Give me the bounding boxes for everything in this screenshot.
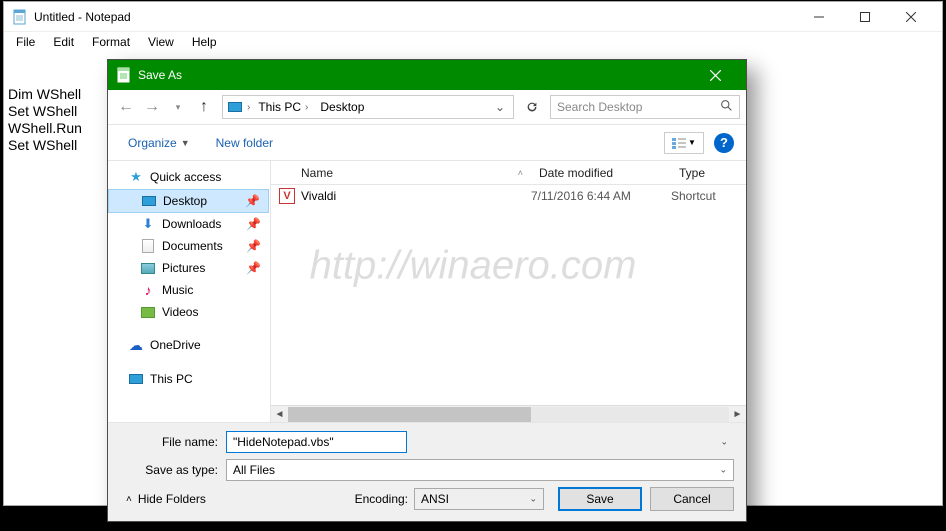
search-icon <box>720 99 733 115</box>
chevron-down-icon: ⌄ <box>529 494 537 505</box>
nav-item-pictures[interactable]: Pictures 📌 <box>108 257 269 279</box>
scroll-thumb[interactable] <box>288 407 531 422</box>
notepad-menubar: File Edit Format View Help <box>4 32 942 52</box>
file-content-pane: Name˄ Date modified Type VVivaldi 7/11/2… <box>270 161 746 422</box>
dialog-main: ★ Quick access Desktop 📌 ⬇ Downloads 📌 D… <box>108 161 746 422</box>
minimize-button[interactable] <box>796 2 842 31</box>
address-dropdown-icon[interactable]: ⌄ <box>491 100 509 114</box>
dialog-bottom-panel: File name: ⌄ Save as type: All Files ⌄ ˄… <box>108 422 746 521</box>
chevron-up-icon: ˄ <box>126 494 132 505</box>
chevron-down-icon: ▼ <box>181 138 190 148</box>
column-date[interactable]: Date modified <box>531 166 671 180</box>
nav-item-desktop[interactable]: Desktop 📌 <box>108 189 269 213</box>
maximize-button[interactable] <box>842 2 888 31</box>
organize-button[interactable]: Organize ▼ <box>120 132 198 154</box>
documents-icon <box>140 238 156 254</box>
help-button[interactable]: ? <box>714 133 734 153</box>
menu-view[interactable]: View <box>140 33 182 51</box>
cancel-button[interactable]: Cancel <box>650 487 734 511</box>
view-mode-button[interactable]: ▼ <box>664 132 704 154</box>
nav-recent-button[interactable]: ▾ <box>166 95 190 119</box>
file-list[interactable]: VVivaldi 7/11/2016 6:44 AM Shortcut <box>271 185 746 405</box>
column-name[interactable]: Name˄ <box>271 166 531 180</box>
music-icon: ♪ <box>140 282 156 298</box>
notepad-titlebar[interactable]: Untitled - Notepad <box>4 2 942 32</box>
column-headers: Name˄ Date modified Type <box>271 161 746 185</box>
nav-pane: ★ Quick access Desktop 📌 ⬇ Downloads 📌 D… <box>108 161 270 422</box>
pin-icon: 📌 <box>246 239 261 253</box>
breadcrumb-thispc[interactable]: This PC › <box>254 100 312 114</box>
nav-item-downloads[interactable]: ⬇ Downloads 📌 <box>108 213 269 235</box>
dialog-titlebar[interactable]: Save As <box>108 60 746 90</box>
dialog-nav-row: ← → ▾ ↑ › This PC › Desktop ⌄ Search Des… <box>108 90 746 125</box>
pin-icon: 📌 <box>246 217 261 231</box>
scroll-right-button[interactable]: ► <box>729 407 746 422</box>
cloud-icon: ☁ <box>128 337 144 353</box>
close-button[interactable] <box>888 2 934 31</box>
nav-onedrive[interactable]: ☁ OneDrive <box>108 333 269 357</box>
hidefolders-button[interactable]: ˄ Hide Folders <box>120 488 212 510</box>
encoding-select[interactable]: ANSI ⌄ <box>414 488 544 510</box>
nav-item-documents[interactable]: Documents 📌 <box>108 235 269 257</box>
nav-item-music[interactable]: ♪ Music <box>108 279 269 301</box>
menu-format[interactable]: Format <box>84 33 138 51</box>
menu-file[interactable]: File <box>8 33 43 51</box>
chevron-down-icon[interactable]: ⌄ <box>720 437 728 448</box>
nav-up-button[interactable]: ↑ <box>192 95 216 119</box>
nav-item-videos[interactable]: Videos <box>108 301 269 323</box>
nav-quick-access[interactable]: ★ Quick access <box>108 165 269 189</box>
nav-thispc[interactable]: This PC <box>108 367 269 391</box>
nav-forward-button[interactable]: → <box>140 95 164 119</box>
chevron-down-icon: ⌄ <box>719 465 727 476</box>
refresh-button[interactable] <box>520 95 544 119</box>
search-input[interactable]: Search Desktop <box>550 95 740 119</box>
notepad-app-icon <box>12 9 28 25</box>
dialog-toolbar: Organize ▼ New folder ▼ ? <box>108 125 746 161</box>
search-placeholder: Search Desktop <box>557 100 642 114</box>
monitor-icon <box>128 371 144 387</box>
star-icon: ★ <box>128 169 144 185</box>
chevron-down-icon: ▼ <box>688 138 696 147</box>
view-icon <box>672 137 686 149</box>
save-button[interactable]: Save <box>558 487 642 511</box>
saveastype-select[interactable]: All Files ⌄ <box>226 459 734 481</box>
monitor-icon <box>227 99 243 115</box>
scroll-left-button[interactable]: ◄ <box>271 407 288 422</box>
menu-help[interactable]: Help <box>184 33 225 51</box>
address-bar[interactable]: › This PC › Desktop ⌄ <box>222 95 514 119</box>
pin-icon: 📌 <box>246 261 261 275</box>
encoding-label: Encoding: <box>355 492 408 506</box>
horizontal-scrollbar[interactable]: ◄ ► <box>271 405 746 422</box>
notepad-title: Untitled - Notepad <box>34 10 796 24</box>
save-as-dialog: Save As ← → ▾ ↑ › This PC › Desktop ⌄ Se… <box>107 59 747 522</box>
downloads-icon: ⬇ <box>140 216 156 232</box>
file-row[interactable]: VVivaldi 7/11/2016 6:44 AM Shortcut <box>271 185 746 207</box>
filename-input[interactable] <box>226 431 407 453</box>
newfolder-button[interactable]: New folder <box>208 132 281 154</box>
dialog-close-button[interactable] <box>693 61 738 89</box>
desktop-icon <box>141 193 157 209</box>
pin-icon: 📌 <box>245 194 260 208</box>
dialog-app-icon <box>116 67 132 83</box>
filename-label: File name: <box>120 435 226 449</box>
nav-back-button[interactable]: ← <box>114 95 138 119</box>
videos-icon <box>140 304 156 320</box>
pictures-icon <box>140 260 156 276</box>
saveastype-label: Save as type: <box>120 463 226 477</box>
breadcrumb-desktop[interactable]: Desktop <box>316 100 368 114</box>
sort-asc-icon: ˄ <box>518 168 523 178</box>
dialog-title: Save As <box>138 68 693 82</box>
menu-edit[interactable]: Edit <box>45 33 82 51</box>
column-type[interactable]: Type <box>671 166 741 180</box>
scroll-track[interactable] <box>288 407 729 422</box>
breadcrumb-separator-icon: › <box>247 102 250 113</box>
vivaldi-icon: V <box>279 188 295 204</box>
